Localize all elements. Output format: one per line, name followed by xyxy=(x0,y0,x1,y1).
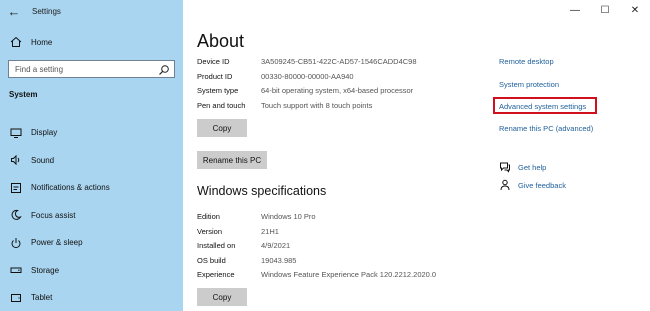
windows-specs-title: Windows specifications xyxy=(197,184,327,198)
spec-row-version: Version 21H1 xyxy=(197,225,279,240)
sidebar-item-storage[interactable]: Storage xyxy=(0,257,183,285)
spec-row-experience: Experience Windows Feature Experience Pa… xyxy=(197,268,436,283)
search-icon[interactable] xyxy=(158,63,170,75)
app-title: Settings xyxy=(32,6,61,16)
tablet-icon xyxy=(9,291,23,305)
spec-key: System type xyxy=(197,86,239,95)
spec-key: Device ID xyxy=(197,57,230,66)
spec-value: 00330-80000-00000-AA940 xyxy=(261,71,354,81)
give-feedback-link[interactable]: Give feedback xyxy=(518,181,566,190)
sidebar: ← Settings Home System Display Sound xyxy=(0,0,183,311)
spec-key: Product ID xyxy=(197,71,233,81)
window-controls: — ☐ ✕ xyxy=(560,0,650,20)
spec-row-pen-touch: Pen and touch Touch support with 8 touch… xyxy=(197,99,372,114)
sidebar-item-power-sleep[interactable]: Power & sleep xyxy=(0,229,183,257)
back-arrow-icon[interactable]: ← xyxy=(0,0,28,22)
spec-row-os-build: OS build 19043.985 xyxy=(197,254,296,269)
sidebar-item-label: Notifications & actions xyxy=(31,183,110,193)
sidebar-item-label: Tablet xyxy=(31,293,53,303)
get-help-row[interactable]: Get help xyxy=(499,161,546,173)
spec-key: Edition xyxy=(197,212,220,221)
home-icon xyxy=(9,35,23,49)
main-content: — ☐ ✕ About Device ID 3A509245-CB51-422C… xyxy=(183,0,650,311)
spec-row-installed-on: Installed on 4/9/2021 xyxy=(197,239,290,254)
sidebar-item-label: Focus assist xyxy=(31,210,76,220)
remote-desktop-link[interactable]: Remote desktop xyxy=(499,57,554,66)
storage-icon xyxy=(9,263,23,277)
spec-value: 3A509245-CB51-422C-AD57-1546CADD4C98 xyxy=(261,57,417,66)
give-feedback-row[interactable]: Give feedback xyxy=(499,179,566,191)
spec-value: Touch support with 8 touch points xyxy=(261,100,373,110)
rename-pc-advanced-link[interactable]: Rename this PC (advanced) xyxy=(499,124,593,133)
sidebar-item-display[interactable]: Display xyxy=(0,119,183,147)
get-help-link[interactable]: Get help xyxy=(518,163,546,172)
spec-key: OS build xyxy=(197,255,226,265)
focus-assist-icon xyxy=(9,208,23,222)
page-title: About xyxy=(197,31,245,51)
spec-key: Experience xyxy=(197,270,235,279)
sidebar-item-notifications[interactable]: Notifications & actions xyxy=(0,174,183,202)
spec-value: Windows 10 Pro xyxy=(261,212,316,221)
spec-value: 4/9/2021 xyxy=(261,241,291,250)
minimize-icon[interactable]: — xyxy=(560,0,590,20)
sidebar-item-label: Storage xyxy=(31,265,60,275)
spec-value: 64-bit operating system, x64-based proce… xyxy=(261,86,414,95)
power-icon xyxy=(9,236,23,250)
spec-value: Windows Feature Experience Pack 120.2212… xyxy=(261,270,437,279)
sidebar-item-label: Power & sleep xyxy=(31,238,83,248)
spec-row-system-type: System type 64-bit operating system, x64… xyxy=(197,84,413,99)
home-label: Home xyxy=(31,37,53,47)
copy-windows-specs-button[interactable]: Copy xyxy=(197,288,247,306)
notifications-icon xyxy=(9,181,23,195)
sound-icon xyxy=(9,153,23,167)
sidebar-item-label: Sound xyxy=(31,155,55,165)
spec-row-edition: Edition Windows 10 Pro xyxy=(197,210,316,225)
advanced-system-settings-link[interactable]: Advanced system settings xyxy=(499,102,586,111)
spec-row-product-id: Product ID 00330-80000-00000-AA940 xyxy=(197,70,354,85)
spec-value: 21H1 xyxy=(261,226,279,236)
system-protection-link[interactable]: System protection xyxy=(499,80,559,89)
rename-pc-button[interactable]: Rename this PC xyxy=(197,151,267,169)
copy-device-specs-button[interactable]: Copy xyxy=(197,119,247,137)
spec-key: Version xyxy=(197,226,223,236)
sidebar-item-label: Display xyxy=(31,128,58,138)
sidebar-item-home[interactable]: Home xyxy=(0,32,183,52)
close-icon[interactable]: ✕ xyxy=(620,0,650,20)
section-label-system: System xyxy=(9,90,38,99)
sidebar-item-sound[interactable]: Sound xyxy=(0,147,183,175)
search-box[interactable] xyxy=(8,60,175,78)
sidebar-item-focus-assist[interactable]: Focus assist xyxy=(0,202,183,230)
display-icon xyxy=(9,126,23,140)
maximize-icon[interactable]: ☐ xyxy=(590,0,620,20)
spec-key: Installed on xyxy=(197,241,236,250)
spec-value: 19043.985 xyxy=(261,255,297,265)
search-input[interactable] xyxy=(15,64,155,74)
spec-key: Pen and touch xyxy=(197,100,246,110)
give-feedback-icon xyxy=(499,179,511,191)
get-help-icon xyxy=(499,161,511,173)
spec-row-device-id: Device ID 3A509245-CB51-422C-AD57-1546CA… xyxy=(197,55,417,70)
sidebar-item-tablet[interactable]: Tablet xyxy=(0,284,183,311)
sidebar-nav-list: Display Sound Notifications & actions Fo… xyxy=(0,119,183,311)
title-bar: ← Settings xyxy=(0,0,183,22)
